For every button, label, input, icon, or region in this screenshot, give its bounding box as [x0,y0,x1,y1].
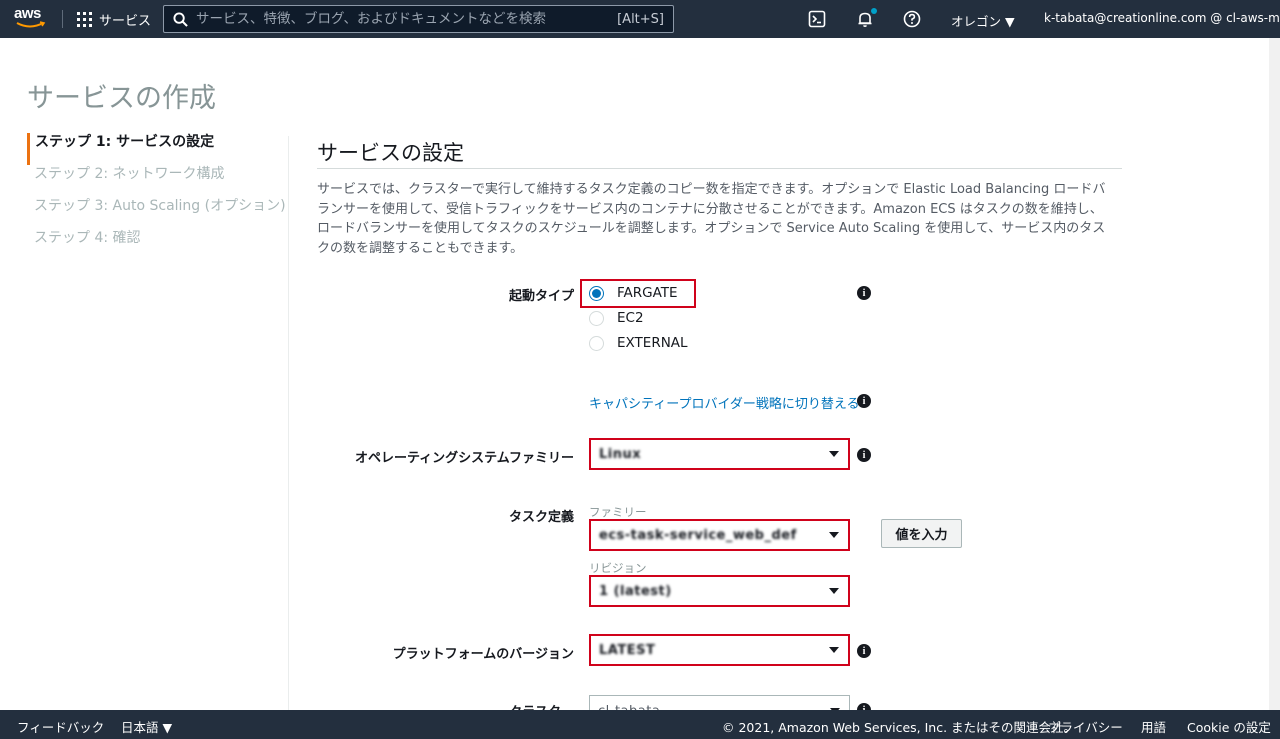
radio-ec2[interactable]: EC2 [589,310,644,326]
info-icon[interactable]: i [857,286,871,300]
copyright-text: © 2021, Amazon Web Services, Inc. またはその関… [722,720,1077,735]
cookie-settings-link[interactable]: Cookie の設定 [1187,717,1271,736]
step-2-network[interactable]: ステップ 2: ネットワーク構成 [27,165,286,197]
privacy-link[interactable]: プライバシー [1048,717,1123,736]
section-divider [317,168,1122,169]
radio-fargate[interactable]: FARGATE [589,285,678,301]
search-input[interactable] [196,11,618,27]
radio-circle-selected [589,285,604,301]
chevron-down-icon [829,532,839,538]
radio-external-label: EXTERNAL [617,335,688,351]
language-selector[interactable]: 日本語 ▼ [121,717,172,736]
os-family-value: Linux [599,446,642,462]
aws-logo[interactable]: aws [14,6,48,32]
page-scrollbar[interactable] [1269,38,1280,710]
aws-logo-text: aws [14,5,41,22]
grid-icon [77,11,92,27]
platform-version-label: プラットフォームのバージョン [392,647,574,662]
aws-smile-icon [16,21,46,28]
info-icon[interactable]: i [857,448,871,462]
task-revision-select[interactable]: 1 (latest) [589,575,850,607]
chevron-down-icon [829,588,839,594]
terms-link[interactable]: 用語 [1141,717,1166,736]
task-family-value: ecs-task-service_web_def [599,527,797,543]
feedback-link[interactable]: フィードバック [17,717,104,736]
search-shortcut: [Alt+S] [617,11,664,27]
info-icon[interactable]: i [857,394,871,408]
services-label: サービス [99,13,152,29]
chevron-down-icon [829,647,839,653]
radio-ec2-label: EC2 [617,310,644,326]
info-icon[interactable]: i [857,644,871,658]
nav-divider [62,10,63,28]
platform-version-value: LATEST [599,642,656,658]
search-box[interactable]: [Alt+S] [163,5,674,33]
task-revision-value: 1 (latest) [599,583,672,599]
section-title: サービスの設定 [317,141,464,165]
step-3-auto-scaling[interactable]: ステップ 3: Auto Scaling (オプション) [27,197,286,229]
os-family-label: オペレーティングシステムファミリー [354,451,574,466]
step-4-review[interactable]: ステップ 4: 確認 [27,229,286,261]
task-definition-label: タスク定義 [508,510,574,525]
revision-sublabel: リビジョン [589,561,647,575]
family-sublabel: ファミリー [589,505,647,519]
launch-type-label: 起動タイプ [508,289,574,304]
notifications-button[interactable] [856,8,877,28]
cloudshell-icon[interactable] [808,10,826,28]
section-description: サービスでは、クラスターで実行して維持するタスク定義のコピー数を指定できます。オ… [317,182,1106,256]
help-icon[interactable] [903,10,921,28]
region-selector[interactable]: オレゴン ▼ [951,11,1015,30]
step-1-service-config[interactable]: ステップ 1: サービスの設定 [27,133,286,165]
enter-value-button[interactable]: 値を入力 [881,519,962,548]
os-family-select[interactable]: Linux [589,438,850,470]
radio-circle [589,310,604,326]
capacity-provider-link[interactable]: キャパシティープロバイダー戦略に切り替える [589,393,860,412]
radio-external[interactable]: EXTERNAL [589,335,688,351]
top-navigation: aws サービス [Alt+S] オレゴン ▼ k-ta [0,0,1280,38]
page-title: サービスの作成 [27,83,216,114]
account-menu[interactable]: k-tabata@creationline.com @ cl-aws-ml ▼ [1044,11,1280,25]
platform-version-select[interactable]: LATEST [589,634,850,666]
footer-bar: フィードバック 日本語 ▼ © 2021, Amazon Web Service… [0,710,1280,739]
column-divider [288,136,289,710]
notification-dot [871,8,877,14]
chevron-down-icon [829,451,839,457]
task-family-select[interactable]: ecs-task-service_web_def [589,519,850,551]
radio-circle [589,335,604,351]
radio-fargate-label: FARGATE [617,285,678,301]
search-icon [173,11,188,27]
services-menu-button[interactable]: サービス [77,9,151,29]
wizard-steps: ステップ 1: サービスの設定 ステップ 2: ネットワーク構成 ステップ 3:… [27,133,286,261]
